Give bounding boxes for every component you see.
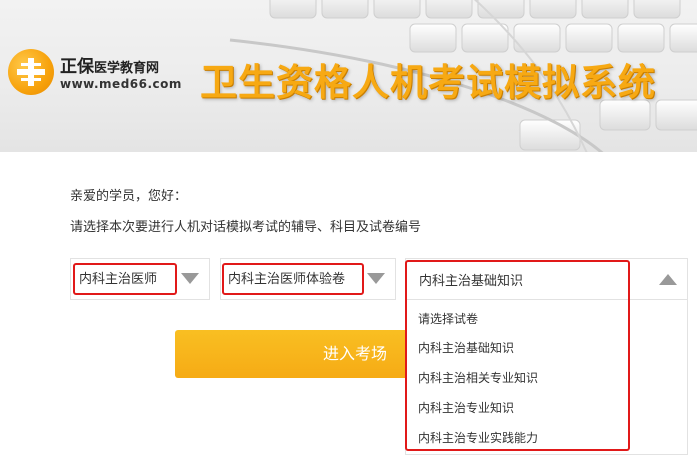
header-banner: 正保医学教育网 www.med66.com 卫生资格人机考试模拟系统: [0, 0, 697, 152]
instruction-text: 请选择本次要进行人机对话模拟考试的辅导、科目及试卷编号: [70, 220, 422, 235]
dropdown-option[interactable]: 内科主治专业实践能力: [418, 429, 538, 446]
paper-select-value: 内科主治基础知识: [419, 274, 524, 289]
dropdown-option[interactable]: 内科主治专业知识: [418, 399, 514, 416]
paper-dropdown-list: 请选择试卷 内科主治基础知识 内科主治相关专业知识 内科主治专业知识 内科主治专…: [405, 300, 688, 455]
coaching-select[interactable]: 内科主治医师: [70, 258, 210, 300]
logo-name: 正保医学教育网: [60, 57, 160, 77]
logo-url: www.med66.com: [60, 77, 182, 91]
page-title: 卫生资格人机考试模拟系统: [200, 61, 656, 104]
logo-cross-icon: [8, 49, 54, 95]
dropdown-arrow-icon: [181, 273, 199, 284]
subject-select-value: 内科主治医师体验卷: [222, 263, 364, 295]
dropdown-option[interactable]: 内科主治相关专业知识: [418, 369, 538, 386]
dropdown-option[interactable]: 内科主治基础知识: [418, 339, 514, 356]
dropdown-option[interactable]: 请选择试卷: [418, 310, 478, 327]
coaching-select-value: 内科主治医师: [73, 263, 177, 295]
site-logo: 正保医学教育网 www.med66.com: [8, 49, 198, 97]
subject-select[interactable]: 内科主治医师体验卷: [220, 258, 396, 300]
paper-select[interactable]: 内科主治基础知识: [405, 258, 688, 300]
greeting-text: 亲爱的学员，您好：: [70, 189, 188, 204]
dropdown-arrow-icon: [367, 273, 385, 284]
dropdown-arrow-icon: [659, 274, 677, 285]
